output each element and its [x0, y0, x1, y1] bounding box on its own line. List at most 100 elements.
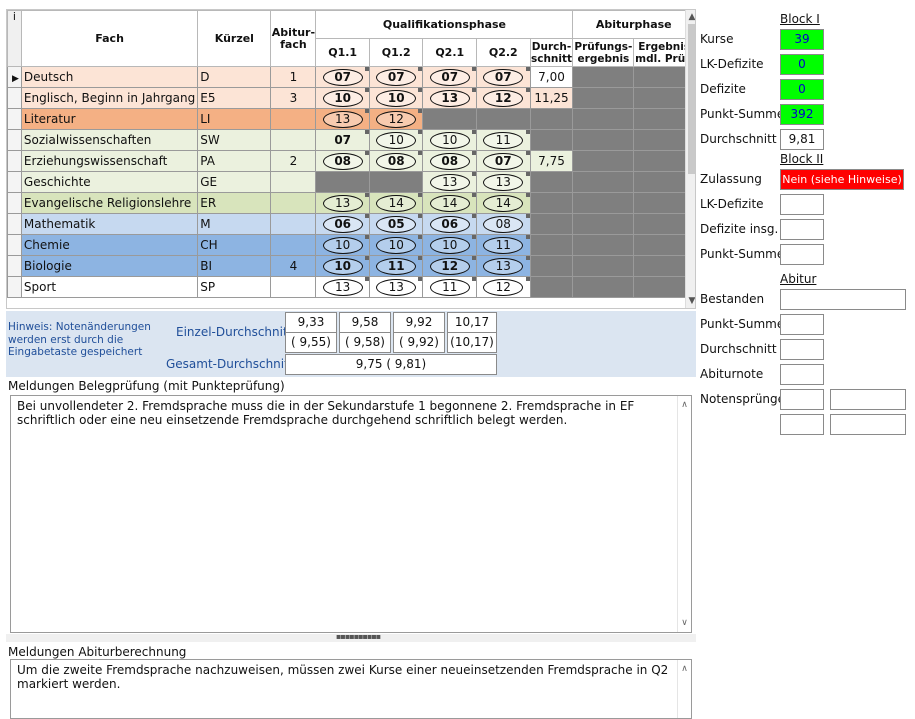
fach-cell[interactable]: Englisch, Beginn in Jahrgang [20, 87, 199, 109]
table-row[interactable]: Literatur LI 13 12 [7, 108, 695, 130]
grade-cell[interactable]: 07 [368, 66, 424, 88]
header-kuerzel[interactable]: Kürzel [197, 10, 272, 67]
table-row[interactable]: Evangelische Religionslehre ER 13 14 14 14 [7, 192, 695, 214]
fach-cell[interactable]: Erziehungswissenschaft [20, 150, 199, 172]
fach-cell[interactable]: Sport [20, 276, 199, 298]
grade-cell[interactable]: 08 [315, 150, 370, 172]
grade-cell[interactable]: 13 [368, 276, 424, 298]
header-durchschnitt[interactable]: Durch-schnitt [529, 38, 574, 67]
header-abiturfach[interactable]: Abitur-fach [270, 10, 317, 67]
header-q11[interactable]: Q1.1 [315, 38, 370, 67]
grade-cell[interactable]: 11 [422, 276, 477, 298]
kuerzel-cell[interactable]: D [197, 66, 272, 88]
kuerzel-cell[interactable]: PA [197, 150, 272, 172]
fach-cell[interactable]: Chemie [20, 234, 199, 256]
abiturfach-cell[interactable] [270, 108, 317, 130]
kuerzel-cell[interactable]: BI [197, 255, 272, 277]
table-row[interactable]: Sport SP 13 13 11 12 [7, 276, 695, 298]
grade-cell[interactable]: 07 [476, 66, 531, 88]
kuerzel-cell[interactable]: M [197, 213, 272, 235]
abiturfach-cell[interactable] [270, 234, 317, 256]
table-row[interactable]: Chemie CH 10 10 10 11 [7, 234, 695, 256]
fach-cell[interactable]: Evangelische Religionslehre [20, 192, 199, 214]
grade-cell[interactable]: 07 [315, 66, 370, 88]
grade-cell[interactable]: 13 [315, 192, 370, 214]
row-selector[interactable] [7, 171, 22, 193]
header-q22[interactable]: Q2.2 [476, 38, 531, 67]
grade-cell[interactable]: 14 [476, 192, 531, 214]
grade-cell[interactable]: 07 [422, 66, 477, 88]
grade-cell[interactable]: 13 [422, 171, 477, 193]
header-q12[interactable]: Q1.2 [368, 38, 424, 67]
grade-cell[interactable]: 11 [476, 234, 531, 256]
fach-cell[interactable]: Literatur [20, 108, 199, 130]
scroll-up-icon[interactable]: ▲ [686, 12, 695, 22]
scroll-down-icon[interactable]: ▼ [686, 296, 695, 306]
row-selector[interactable]: ▶ [7, 66, 22, 88]
fach-cell[interactable]: Mathematik [20, 213, 199, 235]
grade-cell[interactable]: 13 [315, 276, 370, 298]
splitter-grip-icon[interactable]: ▪▪▪▪▪▪▪▪▪▪ [336, 633, 381, 641]
kuerzel-cell[interactable]: CH [197, 234, 272, 256]
grade-cell[interactable]: 06 [315, 213, 370, 235]
table-row[interactable]: Mathematik M 06 05 06 08 [7, 213, 695, 235]
fach-cell[interactable]: Biologie [20, 255, 199, 277]
header-q21[interactable]: Q2.1 [422, 38, 477, 67]
grade-cell[interactable]: 08 [422, 150, 477, 172]
grade-cell[interactable]: 10 [315, 255, 370, 277]
grid-scrollbar[interactable]: ▲ ▼ [685, 10, 695, 308]
row-selector[interactable] [7, 150, 22, 172]
table-row[interactable]: Erziehungswissenschaft PA 2 08 08 08 07 7,75 [7, 150, 695, 172]
grade-cell[interactable]: 05 [368, 213, 424, 235]
grade-cell[interactable]: 06 [422, 213, 477, 235]
grade-cell[interactable]: 10 [315, 87, 370, 109]
grade-cell[interactable]: 10 [315, 234, 370, 256]
grade-cell[interactable]: 10 [368, 87, 424, 109]
grade-cell[interactable]: 12 [476, 276, 531, 298]
abiturfach-cell[interactable] [270, 171, 317, 193]
header-fach[interactable]: Fach [20, 10, 199, 67]
scroll-thumb[interactable] [688, 24, 695, 174]
table-row[interactable]: Geschichte GE 13 13 [7, 171, 695, 193]
row-selector[interactable] [7, 213, 22, 235]
grade-cell[interactable]: 11 [368, 255, 424, 277]
grade-cell[interactable]: 10 [368, 129, 424, 151]
kuerzel-cell[interactable]: GE [197, 171, 272, 193]
corner-cell[interactable]: i [7, 10, 22, 67]
grade-cell[interactable]: 12 [422, 255, 477, 277]
belegpruefung-textbox[interactable]: Bei unvollendeter 2. Fremdsprache muss d… [10, 395, 692, 633]
row-selector[interactable] [7, 276, 22, 298]
table-row[interactable]: ▶ Deutsch D 1 07 07 07 07 7,00 [7, 66, 695, 88]
abiturfach-cell[interactable] [270, 213, 317, 235]
grade-cell[interactable]: 13 [476, 255, 531, 277]
row-selector[interactable] [7, 192, 22, 214]
grade-cell[interactable]: 13 [422, 87, 477, 109]
row-selector[interactable] [7, 129, 22, 151]
row-selector[interactable] [7, 87, 22, 109]
grade-cell[interactable]: 14 [422, 192, 477, 214]
abiturfach-cell[interactable] [270, 192, 317, 214]
grade-cell[interactable]: 10 [368, 234, 424, 256]
row-selector[interactable] [7, 255, 22, 277]
kuerzel-cell[interactable]: E5 [197, 87, 272, 109]
row-selector[interactable] [7, 234, 22, 256]
table-row[interactable]: Englisch, Beginn in Jahrgang E5 3 10 10 13 12 1… [7, 87, 695, 109]
abiturberechnung-textbox[interactable]: Um die zweite Fremdsprache nachzuweisen,… [10, 659, 692, 719]
grade-cell[interactable]: 10 [422, 129, 477, 151]
kuerzel-cell[interactable]: SW [197, 129, 272, 151]
fach-cell[interactable]: Deutsch [20, 66, 199, 88]
abiturberechnung-scrollbar[interactable]: ∧ [677, 660, 691, 718]
table-row[interactable]: Biologie BI 4 10 11 12 13 [7, 255, 695, 277]
grade-cell[interactable]: 11 [476, 129, 531, 151]
grade-cell[interactable]: 12 [476, 87, 531, 109]
grade-cell[interactable]: 13 [476, 171, 531, 193]
row-selector[interactable] [7, 108, 22, 130]
abiturfach-cell[interactable]: 1 [270, 66, 317, 88]
fach-cell[interactable]: Sozialwissenschaften [20, 129, 199, 151]
kuerzel-cell[interactable]: SP [197, 276, 272, 298]
kuerzel-cell[interactable]: LI [197, 108, 272, 130]
abiturfach-cell[interactable]: 4 [270, 255, 317, 277]
header-pruefungsergebnis[interactable]: Prüfungs-ergebnis [572, 38, 635, 67]
grade-cell[interactable]: 07 [315, 129, 370, 151]
fach-cell[interactable]: Geschichte [20, 171, 199, 193]
